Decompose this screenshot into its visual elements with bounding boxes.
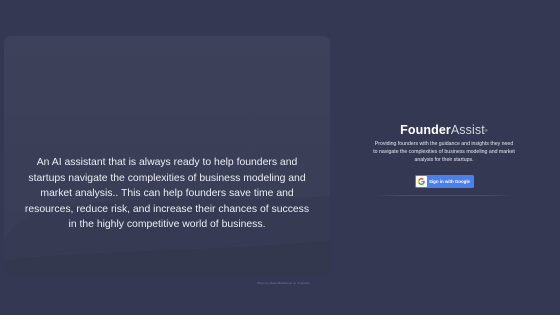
hero-description: An AI assistant that is always ready to …: [24, 157, 310, 230]
google-signin-button[interactable]: Sign in with Google: [414, 174, 474, 188]
brand-logo: FounderAssist®: [372, 122, 516, 138]
photo-credit-link[interactable]: Photo by Aleks Marinkovic on Unsplash: [257, 280, 317, 286]
hero-card: An AI assistant that is always ready to …: [4, 36, 330, 275]
signin-panel: FounderAssist® Providing founders with t…: [372, 122, 516, 196]
brand-name-strong: Founder: [400, 123, 451, 137]
brand-tagline: Providing founders with the guidance and…: [373, 141, 515, 164]
login-page: An AI assistant that is always ready to …: [0, 0, 560, 315]
google-g-icon: [415, 175, 427, 187]
brand-name-light: Assist: [450, 123, 485, 137]
google-signin-label: Sign in with Google: [429, 178, 470, 184]
brand-registered-mark: ®: [484, 128, 488, 133]
panel-divider: [376, 194, 512, 196]
